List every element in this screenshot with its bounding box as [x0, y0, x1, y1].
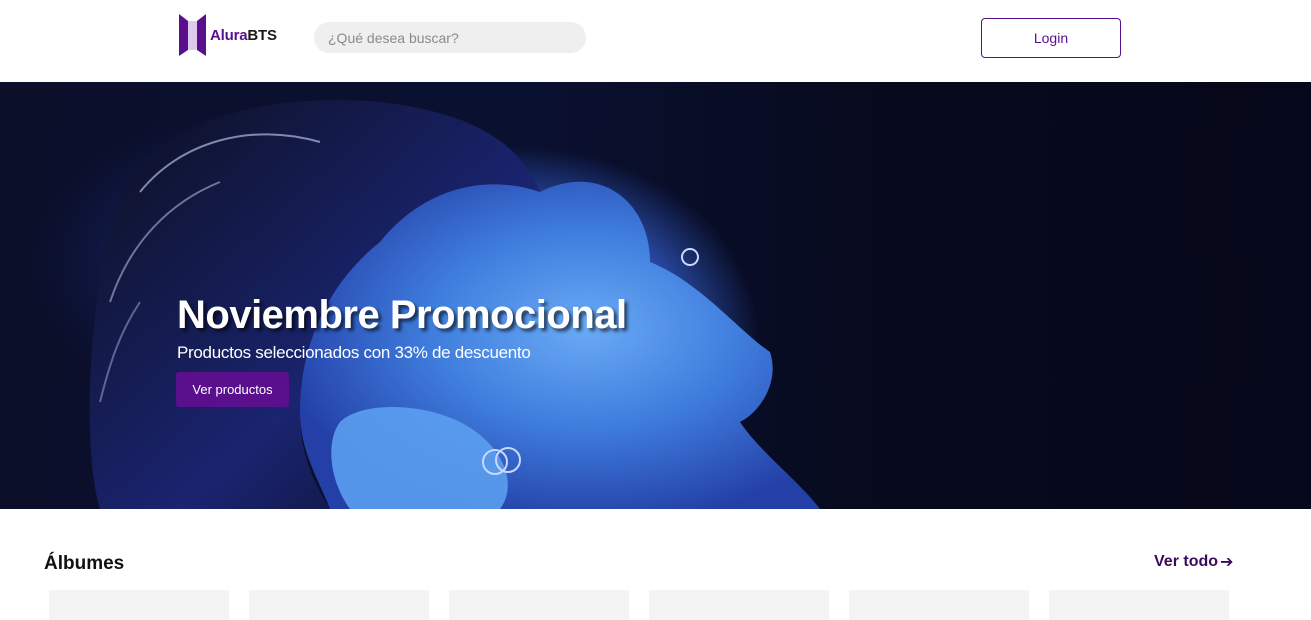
album-card[interactable]: [49, 590, 229, 620]
logo-brand: Alura: [210, 26, 248, 44]
albums-title: Álbumes: [44, 553, 125, 574]
logo-brand-accent: BTS: [247, 26, 277, 44]
album-cards: [49, 590, 1229, 620]
see-all-link[interactable]: Ver todo ➔: [1154, 552, 1233, 572]
hero-banner: Noviembre Promocional Productos seleccio…: [0, 82, 1311, 509]
view-products-button[interactable]: Ver productos: [176, 372, 289, 407]
album-card[interactable]: [449, 590, 629, 620]
site-header: AluraBTS Login: [0, 0, 1311, 82]
bts-logo-icon: [179, 14, 206, 56]
see-all-label: Ver todo: [1154, 553, 1219, 570]
arrow-right-icon: ➔: [1220, 554, 1234, 571]
album-card[interactable]: [649, 590, 829, 620]
album-card[interactable]: [249, 590, 429, 620]
hero-title: Noviembre Promocional: [177, 293, 627, 337]
logo[interactable]: AluraBTS: [179, 14, 277, 56]
hero-subtitle: Productos seleccionados con 33% de descu…: [177, 343, 531, 362]
login-button[interactable]: Login: [981, 18, 1121, 58]
album-card[interactable]: [849, 590, 1029, 620]
search-input[interactable]: [314, 22, 586, 53]
logo-text: AluraBTS: [210, 27, 277, 44]
album-card[interactable]: [1049, 590, 1229, 620]
